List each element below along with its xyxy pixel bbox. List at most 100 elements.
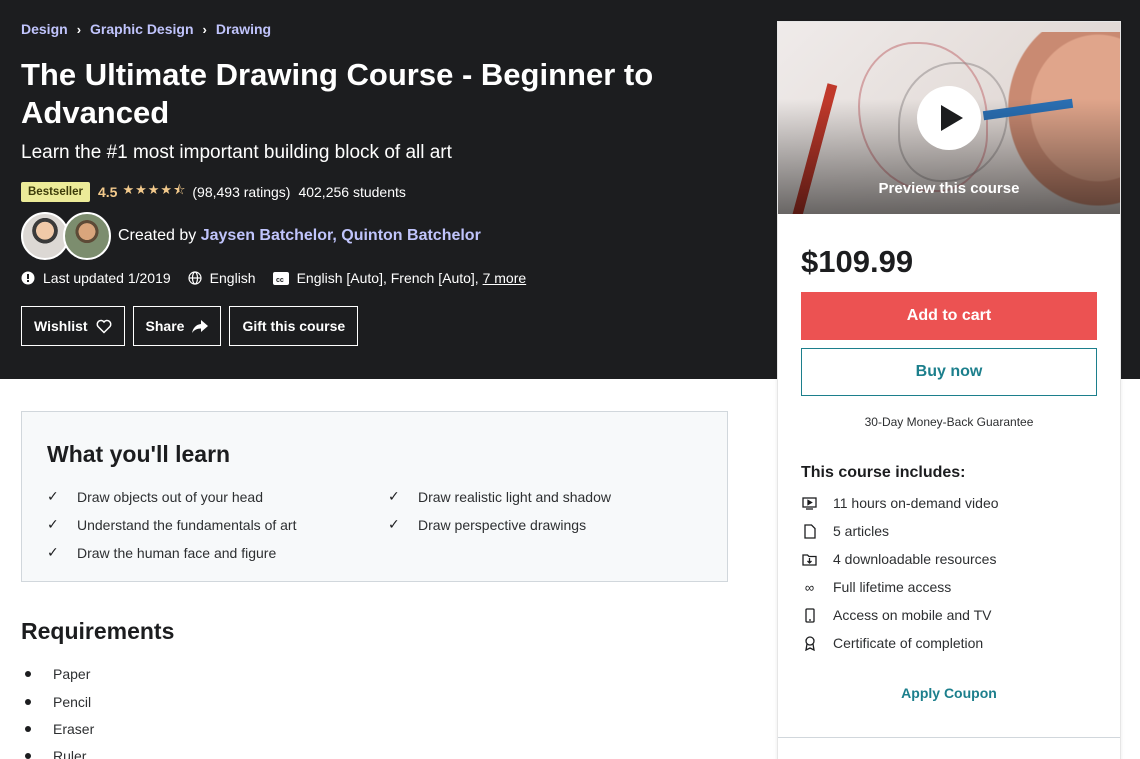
chevron-right-icon: › — [202, 21, 207, 37]
buy-now-button[interactable]: Buy now — [801, 348, 1097, 396]
requirement-text: Eraser — [53, 721, 95, 737]
share-arrow-icon — [192, 319, 209, 333]
learn-item-text: Draw the human face and figure — [77, 544, 277, 561]
course-meta: Last updated 1/2019 English cc English [… — [21, 270, 543, 286]
course-subtitle: Learn the #1 most important building blo… — [21, 142, 452, 163]
bullet-icon — [25, 671, 31, 677]
include-item: 5 articles — [801, 523, 889, 539]
globe-icon — [188, 271, 202, 285]
money-back-guarantee: 30-Day Money-Back Guarantee — [864, 415, 1034, 429]
gift-label: Gift this course — [242, 318, 346, 334]
include-item: 11 hours on-demand video — [801, 495, 999, 511]
instructor-link-jaysen[interactable]: Jaysen Batchelor — [201, 227, 333, 244]
check-icon: ✓ — [388, 488, 400, 504]
avatar[interactable] — [63, 212, 111, 260]
certificate-icon — [801, 635, 818, 651]
star-rating-icon: ★★★★⯪ — [122, 182, 187, 197]
closed-captions-icon: cc — [272, 271, 289, 285]
instructor-separator: , — [332, 227, 337, 244]
check-icon: ✓ — [47, 488, 59, 504]
bestseller-badge: Bestseller — [21, 182, 90, 202]
add-to-cart-button[interactable]: Add to cart — [801, 292, 1097, 340]
heart-icon — [96, 319, 112, 334]
preview-label: Preview this course — [878, 180, 1020, 197]
course-preview-video[interactable]: Preview this course — [778, 22, 1120, 214]
apply-coupon-button[interactable]: Apply Coupon — [778, 685, 1120, 701]
learn-item: ✓ Draw perspective drawings — [388, 516, 586, 533]
learn-item: ✓ Draw objects out of your head — [47, 488, 263, 505]
gift-course-button[interactable]: Gift this course — [229, 306, 359, 346]
wishlist-label: Wishlist — [34, 318, 88, 334]
include-item: ∞ Full lifetime access — [801, 579, 951, 595]
wishlist-button[interactable]: Wishlist — [21, 306, 125, 346]
requirement-text: Paper — [53, 666, 91, 682]
learn-item-text: Understand the fundamentals of art — [77, 516, 297, 533]
requirement-item: Ruler — [25, 748, 86, 759]
students-count: 402,256 students — [298, 184, 406, 200]
learn-item-text: Draw realistic light and shadow — [418, 488, 611, 505]
learn-item: ✓ Draw the human face and figure — [47, 544, 276, 561]
hero-actions: Wishlist Share Gift this course — [21, 306, 366, 346]
check-icon: ✓ — [47, 544, 59, 560]
include-text: 11 hours on-demand video — [833, 495, 999, 511]
include-text: 5 articles — [833, 523, 890, 539]
rating-row: Bestseller 4.5 ★★★★⯪ (98,493 ratings) 40… — [21, 181, 406, 203]
ratings-count-link[interactable]: (98,493 ratings) — [192, 184, 290, 200]
include-text: 4 downloadable resources — [833, 551, 997, 567]
share-button[interactable]: Share — [132, 306, 222, 346]
bullet-icon — [25, 699, 31, 705]
learn-item: ✓ Understand the fundamentals of art — [47, 516, 296, 533]
chevron-right-icon: › — [76, 21, 82, 37]
include-text: Access on mobile and TV — [833, 607, 992, 623]
divider — [778, 737, 1120, 738]
language-text: English — [209, 270, 256, 286]
check-icon: ✓ — [388, 516, 400, 532]
course-language: English — [188, 270, 256, 286]
bullet-icon — [25, 726, 31, 732]
include-text: Certificate of completion — [833, 635, 984, 651]
captions-more-link[interactable]: 7 more — [483, 270, 527, 286]
include-item: Access on mobile and TV — [801, 607, 992, 623]
requirement-item: Pencil — [25, 694, 91, 710]
learn-item: ✓ Draw realistic light and shadow — [388, 488, 611, 505]
requirement-text: Pencil — [53, 694, 92, 710]
created-by-label: Created by — [118, 227, 197, 244]
course-captions: cc English [Auto], French [Auto], 7 more — [272, 270, 527, 286]
last-updated-text: Last updated 1/2019 — [43, 270, 171, 286]
includes-heading: This course includes: — [801, 464, 966, 481]
play-icon[interactable] — [917, 86, 981, 150]
course-title: The Ultimate Drawing Course - Beginner t… — [21, 57, 654, 130]
mobile-icon — [801, 607, 818, 623]
breadcrumb-design[interactable]: Design — [21, 21, 68, 37]
what-youll-learn: What you'll learn ✓ Draw objects out of y… — [21, 411, 728, 582]
rating-value: 4.5 — [97, 184, 118, 200]
requirement-text: Ruler — [53, 748, 87, 759]
include-text: Full lifetime access — [833, 579, 952, 595]
breadcrumb-drawing[interactable]: Drawing — [216, 21, 271, 37]
captions-text: English [Auto], French [Auto], — [296, 270, 479, 286]
include-item: 4 downloadable resources — [801, 551, 996, 567]
last-updated: Last updated 1/2019 — [21, 270, 171, 286]
requirement-item: Eraser — [25, 721, 94, 737]
check-icon: ✓ — [47, 516, 59, 532]
course-price: $109.99 — [801, 244, 914, 279]
video-icon — [801, 496, 818, 510]
creator-row: Created by Jaysen Batchelor, Quinton Bat… — [21, 212, 481, 260]
bullet-icon — [25, 753, 31, 759]
file-icon — [801, 523, 818, 539]
purchase-sidebar: Preview this course $109.99 Add to cart … — [777, 21, 1121, 759]
include-item: Certificate of completion — [801, 635, 983, 651]
breadcrumb-graphic-design[interactable]: Graphic Design — [90, 21, 193, 37]
learn-item-text: Draw objects out of your head — [77, 488, 263, 505]
requirement-item: Paper — [25, 666, 90, 682]
instructor-avatars — [21, 212, 113, 260]
learn-heading: What you'll learn — [47, 441, 231, 467]
avatar[interactable] — [21, 212, 69, 260]
created-by: Created by Jaysen Batchelor, Quinton Bat… — [118, 227, 481, 245]
breadcrumb: Design › Graphic Design › Drawing — [21, 21, 271, 37]
requirements-heading: Requirements — [21, 618, 175, 644]
svg-text:cc: cc — [276, 277, 284, 284]
infinity-icon: ∞ — [804, 579, 815, 595]
download-icon — [801, 553, 818, 566]
instructor-link-quinton[interactable]: Quinton Batchelor — [341, 227, 481, 244]
